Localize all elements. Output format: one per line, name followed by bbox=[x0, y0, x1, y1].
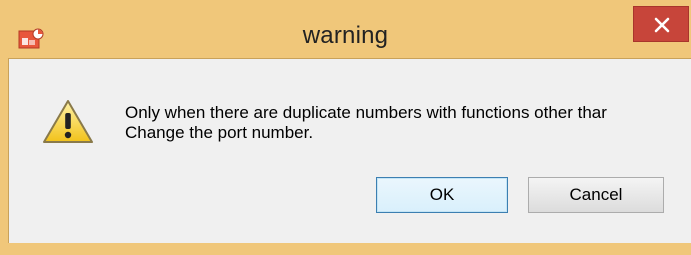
warning-icon bbox=[42, 99, 94, 145]
window-title: warning bbox=[302, 22, 389, 49]
close-button[interactable] bbox=[633, 6, 689, 42]
close-icon bbox=[654, 17, 670, 33]
ok-button[interactable]: OK bbox=[376, 177, 508, 213]
window-bottom-frame bbox=[0, 243, 691, 255]
cancel-button[interactable]: Cancel bbox=[528, 177, 664, 213]
warning-dialog: warning Only when there are duplicate nu… bbox=[0, 0, 691, 255]
dialog-message: Only when there are duplicate numbers wi… bbox=[125, 103, 607, 143]
title-bar[interactable]: warning bbox=[0, 0, 691, 57]
dialog-body: Only when there are duplicate numbers wi… bbox=[8, 58, 691, 243]
message-line-1: Only when there are duplicate numbers wi… bbox=[125, 103, 607, 122]
message-line-2: Change the port number. bbox=[125, 123, 314, 142]
